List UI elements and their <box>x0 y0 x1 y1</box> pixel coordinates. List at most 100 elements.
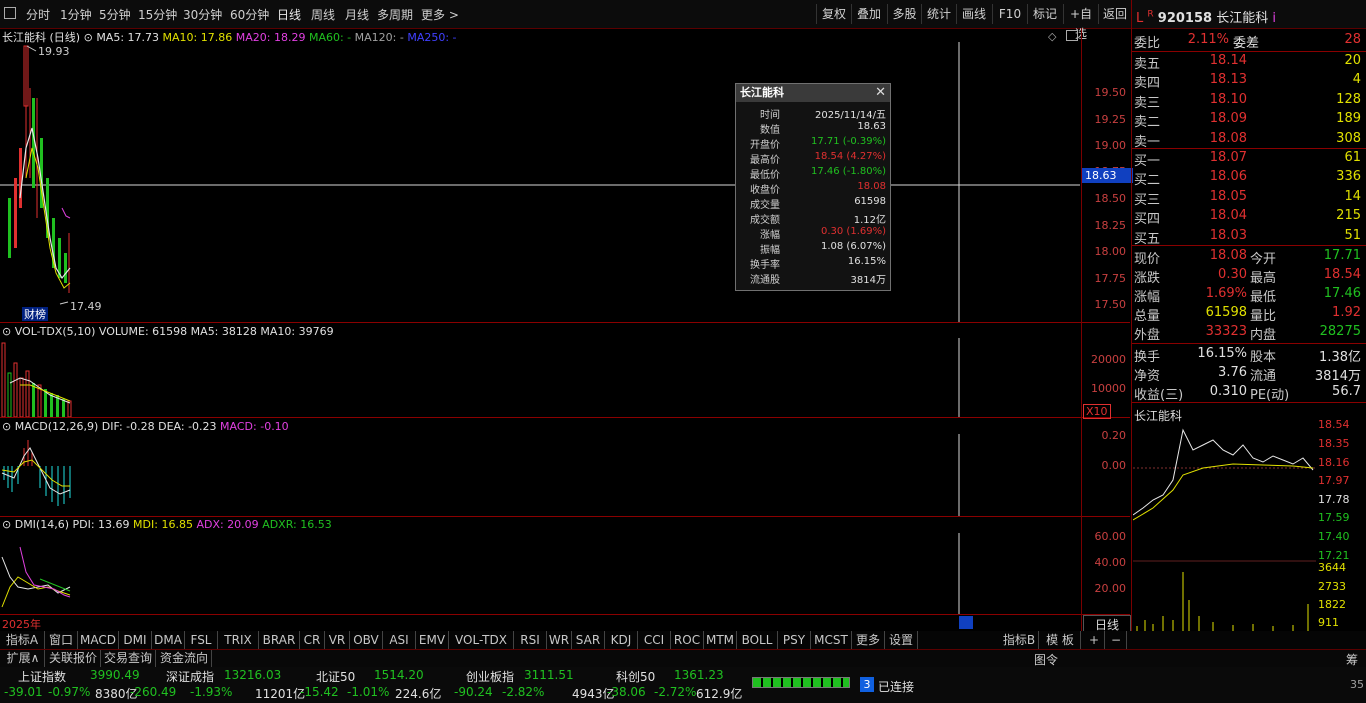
tooltip-key: 数值 <box>760 125 780 136</box>
indicator-tab-4[interactable]: DMA <box>152 631 185 649</box>
price-axis-tick: 18.50 <box>1094 192 1127 205</box>
index-change: -38.06 <box>607 685 646 699</box>
ask-row[interactable]: 卖一 18.08 308 <box>1132 131 1365 150</box>
stat-label: 今开 <box>1250 252 1277 267</box>
stat-value: 0.30 <box>1218 267 1247 282</box>
bid-row[interactable]: 买一 18.07 61 <box>1132 150 1365 169</box>
macd-chart[interactable] <box>0 418 1080 516</box>
tab-right-3[interactable]: − <box>1106 631 1127 649</box>
event-badge[interactable]: 财榜 <box>24 307 46 321</box>
x-axis-cursor-marker <box>959 616 973 629</box>
sub-tab-1[interactable]: 关联报价 <box>46 650 101 667</box>
bid-row[interactable]: 买四 18.04 215 <box>1132 208 1365 227</box>
period-tab-0[interactable]: 分时 <box>26 6 50 23</box>
indicator-tab-10[interactable]: OBV <box>350 631 383 649</box>
indicator-tab-17[interactable]: KDJ <box>605 631 638 649</box>
index-name[interactable]: 深证成指 <box>166 668 214 685</box>
close-icon[interactable]: ✕ <box>875 85 886 100</box>
ask-row[interactable]: 卖四 18.13 4 <box>1132 72 1365 91</box>
period-tab-1[interactable]: 1分钟 <box>60 6 92 23</box>
mini-intraday-chart[interactable] <box>1133 420 1316 636</box>
mini-axis-tick: 3644 <box>1318 561 1346 574</box>
indicator-tab-12[interactable]: EMV <box>416 631 449 649</box>
toolbar-button-4[interactable]: 画线 <box>956 4 991 24</box>
period-tab-10[interactable]: 更多 > <box>421 6 459 23</box>
tooltip-key: 时间 <box>760 110 780 121</box>
tooltip-value: 0.30 (1.69%) <box>820 226 886 237</box>
indicator-tab-3[interactable]: DMI <box>119 631 152 649</box>
indicator-tab-22[interactable]: PSY <box>778 631 811 649</box>
period-tab-7[interactable]: 周线 <box>311 6 335 23</box>
period-tab-6[interactable]: 日线 <box>277 6 301 23</box>
indicator-tab-15[interactable]: WR <box>547 631 572 649</box>
period-tab-3[interactable]: 15分钟 <box>138 6 177 23</box>
indicator-tab-5[interactable]: FSL <box>185 631 218 649</box>
tab-right-2[interactable]: + <box>1084 631 1105 649</box>
indicator-tab-6[interactable]: TRIX <box>218 631 259 649</box>
toolbar-button-2[interactable]: 多股 <box>887 4 921 24</box>
bid-row[interactable]: 买五 18.03 51 <box>1132 228 1365 247</box>
tooltip-value: 3814万 <box>850 275 886 286</box>
menu-toggle-icon[interactable] <box>4 7 16 19</box>
bid-volume: 14 <box>1344 188 1361 204</box>
indicator-tabs: 指标A 窗口 MACD DMI DMA FSL TRIX BRAR CR VR OBV ASI EMV V… <box>0 631 1366 649</box>
period-tab-2[interactable]: 5分钟 <box>99 6 131 23</box>
indicator-tab-16[interactable]: SAR <box>572 631 605 649</box>
indicator-tab-13[interactable]: VOL-TDX <box>449 631 514 649</box>
sub-right-right[interactable]: 筹 <box>1346 651 1358 668</box>
sub-tab-3[interactable]: 资金流向 <box>157 650 212 667</box>
bid-row[interactable]: 买二 18.06 336 <box>1132 169 1365 188</box>
indicator-tab-0[interactable]: 指标A <box>0 631 45 649</box>
indicator-tab-21[interactable]: BOLL <box>737 631 778 649</box>
sub-tab-2[interactable]: 交易查询 <box>101 650 156 667</box>
ask-row[interactable]: 卖二 18.09 189 <box>1132 111 1365 130</box>
indicator-tab-1[interactable]: 窗口 <box>45 631 78 649</box>
sub-right-left[interactable]: 图令 <box>1034 651 1058 668</box>
mini-axis-tick: 18.35 <box>1318 437 1350 450</box>
indicator-tab-24[interactable]: 更多 <box>852 631 885 649</box>
indicator-tab-11[interactable]: ASI <box>383 631 416 649</box>
fund-label: 流通 <box>1250 369 1277 384</box>
kline-chart[interactable]: 19.93 17.49 财榜 <box>0 28 1080 322</box>
indicator-tab-9[interactable]: VR <box>325 631 350 649</box>
index-name[interactable]: 上证指数 <box>18 668 66 685</box>
period-tab-4[interactable]: 30分钟 <box>183 6 222 23</box>
index-change: -39.01 <box>4 685 43 699</box>
indicator-tab-19[interactable]: ROC <box>671 631 704 649</box>
toolbar-button-5[interactable]: F10 <box>992 4 1027 24</box>
toolbar-button-7[interactable]: +自选 <box>1063 4 1098 41</box>
period-toggle-button[interactable]: 日线 <box>1083 615 1131 632</box>
period-tab-5[interactable]: 60分钟 <box>230 6 269 23</box>
ask-row[interactable]: 卖三 18.10 128 <box>1132 92 1365 111</box>
info-icon[interactable]: i <box>1272 11 1276 26</box>
period-tab-8[interactable]: 月线 <box>345 6 369 23</box>
index-name[interactable]: 科创50 <box>616 668 655 685</box>
indicator-tab-14[interactable]: RSI <box>514 631 547 649</box>
tab-right-0[interactable]: 指标B <box>1000 631 1039 649</box>
indicator-tab-7[interactable]: BRAR <box>259 631 300 649</box>
ask-row[interactable]: 卖五 18.14 20 <box>1132 53 1365 72</box>
indicator-tab-18[interactable]: CCI <box>638 631 671 649</box>
toolbar-button-0[interactable]: 复权 <box>816 4 851 24</box>
toolbar-button-3[interactable]: 统计 <box>921 4 956 24</box>
dmi-chart[interactable] <box>0 517 1080 614</box>
index-name[interactable]: 创业板指 <box>466 668 514 685</box>
index-name[interactable]: 北证50 <box>316 668 355 685</box>
indicator-tab-8[interactable]: CR <box>300 631 325 649</box>
fund-row: 换手 16.15% 股本 1.38亿 <box>1132 346 1365 365</box>
indicator-tab-2[interactable]: MACD <box>78 631 119 649</box>
tooltip-key: 流通股 <box>750 275 780 286</box>
fund-value: 3.76 <box>1218 365 1247 380</box>
stat-row: 现价 18.08 今开 17.71 <box>1132 248 1365 267</box>
toolbar-button-8[interactable]: 返回 <box>1098 4 1131 24</box>
volume-chart[interactable] <box>0 323 1080 417</box>
sub-tab-0[interactable]: 扩展∧ <box>2 650 45 667</box>
toolbar-button-1[interactable]: 叠加 <box>851 4 886 24</box>
bid-row[interactable]: 买三 18.05 14 <box>1132 189 1365 208</box>
period-tab-9[interactable]: 多周期 <box>377 6 413 23</box>
tab-right-1[interactable]: 模 板 <box>1040 631 1081 649</box>
indicator-tab-20[interactable]: MTM <box>704 631 737 649</box>
indicator-tab-25[interactable]: 设置 <box>885 631 918 649</box>
toolbar-button-6[interactable]: 标记 <box>1027 4 1062 24</box>
indicator-tab-23[interactable]: MCST <box>811 631 852 649</box>
